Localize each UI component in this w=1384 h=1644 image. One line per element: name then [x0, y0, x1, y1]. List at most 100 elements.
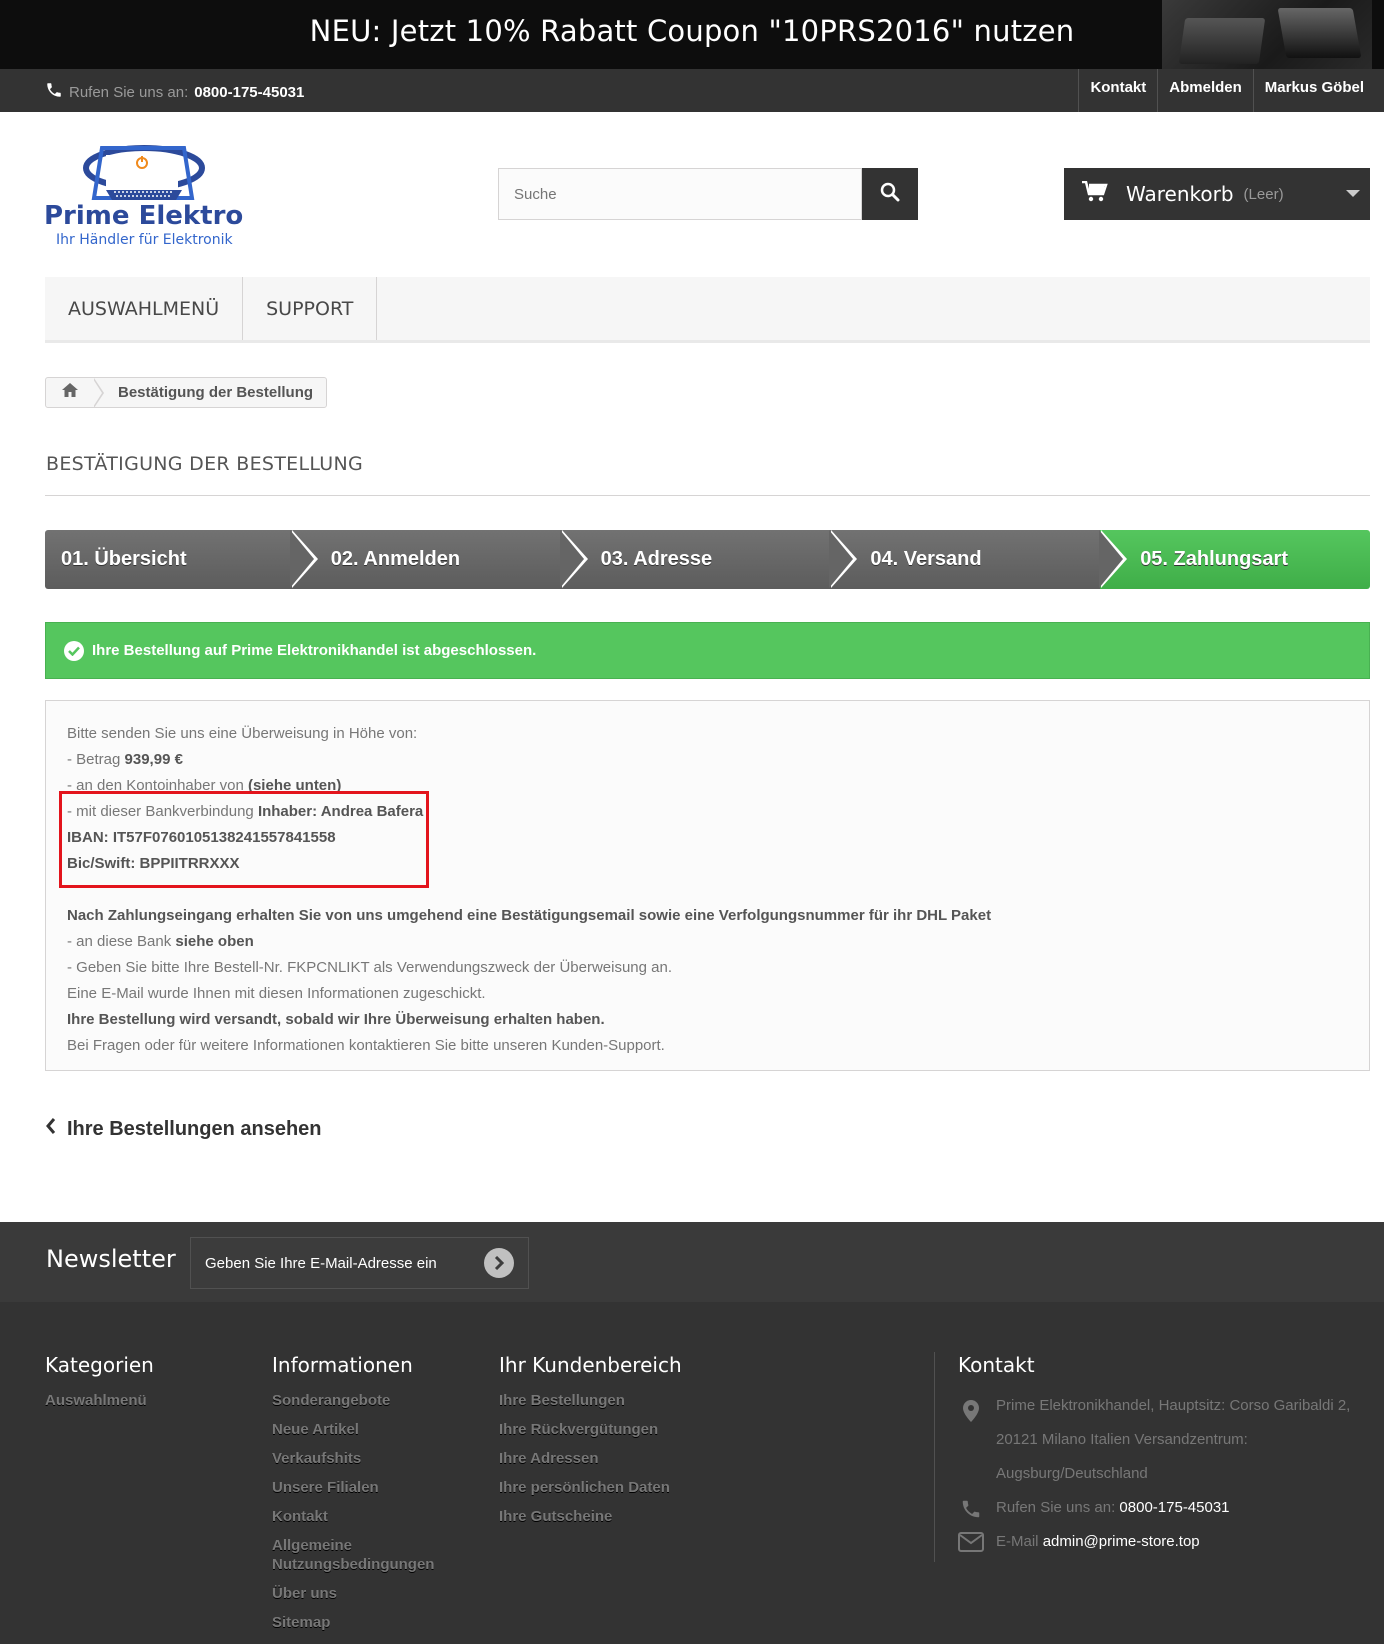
footer-categories: Kategorien Auswahlmenü [45, 1353, 154, 1420]
footer-link[interactable]: Neue Artikel [272, 1420, 472, 1439]
phone-icon [45, 81, 63, 103]
footer-link[interactable]: Ihre Adressen [499, 1449, 682, 1468]
cart-icon [1082, 180, 1108, 208]
menu-item-support[interactable]: SUPPORT [243, 277, 378, 340]
footer-email-address[interactable]: admin@prime-store.top [1043, 1533, 1200, 1550]
step-arrow-fill [559, 530, 584, 588]
cart-label: Warenkorb [1126, 182, 1234, 206]
footer-email-row: E-Mail admin@prime-store.top [958, 1525, 1368, 1559]
step-arrow-fill [829, 530, 854, 588]
payment-amount-line: - Betrag 939,99 € [67, 747, 1348, 773]
footer-link[interactable]: Ihre Gutscheine [499, 1507, 682, 1526]
main-menu: AUSWAHLMENÜ SUPPORT [45, 277, 1370, 343]
phone-label: Rufen Sie uns an: [69, 83, 189, 101]
breadcrumb-separator [93, 377, 104, 408]
newsletter-email-input[interactable]: Geben Sie Ihre E-Mail-Adresse ein [190, 1237, 529, 1289]
amount-prefix: - Betrag [67, 751, 125, 768]
step-label: 03. Adresse [600, 548, 713, 570]
home-icon [61, 382, 79, 403]
footer-account: Ihr Kundenbereich Ihre Bestellungen Ihre… [499, 1353, 682, 1536]
logout-link[interactable]: Abmelden [1157, 69, 1253, 112]
search-button[interactable] [862, 168, 918, 220]
bank-details-highlight [59, 791, 429, 888]
footer-address: Prime Elektronikhandel, Hauptsitz: Corso… [996, 1397, 1351, 1482]
order-reference: - Geben Sie bitte Ihre Bestell-Nr. FKPCN… [67, 959, 673, 976]
email-sent-note: Eine E-Mail wurde Ihnen mit diesen Infor… [67, 985, 486, 1002]
logo-tagline: Ihr Händler für Elektronik [56, 232, 234, 248]
step-login[interactable]: 02. Anmelden [290, 530, 588, 589]
newsletter-section: Newsletter Geben Sie Ihre E-Mail-Adresse… [0, 1222, 1384, 1302]
payment-instructions: Bitte senden Sie uns eine Überweisung in… [45, 700, 1370, 1071]
footer-phone-number[interactable]: 0800-175-45031 [1119, 1499, 1229, 1516]
support-note: Bei Fragen oder für weitere Informatione… [67, 1037, 665, 1054]
footer-email: E-Mail admin@prime-store.top [996, 1525, 1200, 1559]
footer-link[interactable]: Sitemap [272, 1613, 472, 1632]
step-label: 01. Übersicht [61, 548, 187, 570]
newsletter-placeholder: Geben Sie Ihre E-Mail-Adresse ein [205, 1254, 437, 1272]
search-icon [880, 182, 900, 207]
breadcrumb-home[interactable] [46, 378, 94, 407]
step-label: 05. Zahlungsart [1140, 548, 1288, 570]
store-logo[interactable]: Prime Elektro Ihr Händler für Elektronik [44, 128, 254, 253]
checkout-steps: 01. Übersicht 02. Anmelden 03. Adresse 0… [45, 530, 1370, 589]
chevron-left-icon [45, 1117, 57, 1141]
footer-link[interactable]: Unsere Filialen [272, 1478, 472, 1497]
footer-link[interactable]: Auswahlmenü [45, 1391, 154, 1410]
menu-item-auswahlmenu[interactable]: AUSWAHLMENÜ [45, 277, 244, 340]
newsletter-title: Newsletter [46, 1245, 176, 1273]
phone-number[interactable]: 0800-175-45031 [194, 84, 304, 101]
header-phone: Rufen Sie uns an: 0800-175-45031 [45, 81, 304, 103]
account-name-link[interactable]: Markus Göbel [1252, 69, 1375, 112]
footer-link[interactable]: Kontakt [272, 1507, 472, 1526]
step-arrow-fill [289, 530, 314, 588]
promo-banner[interactable]: NEU: Jetzt 10% Rabatt Coupon "10PRS2016"… [0, 0, 1384, 69]
confirm-note-line: Nach Zahlungseingang erhalten Sie von un… [67, 903, 1348, 929]
laptop-image [1162, 0, 1372, 69]
payment-amount: 939,99 € [124, 751, 183, 768]
phone-icon [958, 1491, 984, 1525]
step-label: 02. Anmelden [330, 548, 461, 570]
footer-email-label: E-Mail [996, 1533, 1039, 1550]
footer-link[interactable]: Ihre Rückvergütungen [499, 1420, 682, 1439]
footer-link[interactable]: Sonderangebote [272, 1391, 472, 1410]
breadcrumb: Bestätigung der Bestellung [45, 377, 328, 408]
page-title: BESTÄTIGUNG DER BESTELLUNG [46, 453, 364, 475]
view-orders-label: Ihre Bestellungen ansehen [67, 1117, 322, 1140]
bank-line-prefix: - an diese Bank [67, 933, 176, 950]
footer-link[interactable]: Ihre Bestellungen [499, 1391, 682, 1410]
step-arrow-fill [1099, 530, 1124, 588]
footer-categories-title: Kategorien [45, 1353, 154, 1377]
envelope-icon [958, 1525, 984, 1559]
view-orders-link[interactable]: Ihre Bestellungen ansehen [45, 1117, 322, 1141]
newsletter-submit-icon[interactable] [484, 1248, 514, 1278]
step-address[interactable]: 03. Adresse [560, 530, 858, 589]
footer-phone-label: Rufen Sie uns an: [996, 1499, 1116, 1516]
footer-link[interactable]: Verkaufshits [272, 1449, 472, 1468]
footer-link[interactable]: Ihre persönlichen Daten [499, 1478, 682, 1497]
chevron-down-icon[interactable] [1346, 190, 1360, 197]
shipping-note: Ihre Bestellung wird versandt, sobald wi… [67, 1011, 605, 1028]
footer: Kategorien Auswahlmenü Informationen Son… [0, 1302, 1384, 1644]
footer-phone: Rufen Sie uns an: 0800-175-45031 [996, 1491, 1230, 1525]
cart-button[interactable]: Warenkorb (Leer) [1064, 168, 1370, 220]
footer-link[interactable]: Über uns [272, 1584, 472, 1603]
account-links: Kontakt Abmelden Markus Göbel [1078, 69, 1375, 112]
search-input[interactable] [498, 168, 862, 220]
check-circle-icon [64, 640, 84, 661]
footer-link[interactable]: Allgemeine Nutzungsbedingungen [272, 1536, 472, 1574]
footer-phone-row: Rufen Sie uns an: 0800-175-45031 [958, 1491, 1368, 1525]
footer-contact: Kontakt Prime Elektronikhandel, Hauptsit… [958, 1353, 1368, 1559]
order-success-alert: Ihre Bestellung auf Prime Elektronikhand… [45, 622, 1370, 679]
contact-link[interactable]: Kontakt [1078, 69, 1157, 112]
step-shipping[interactable]: 04. Versand [830, 530, 1128, 589]
shipping-note-line: Ihre Bestellung wird versandt, sobald wi… [67, 1007, 1348, 1033]
payment-intro: Bitte senden Sie uns eine Überweisung in… [67, 725, 418, 742]
heading-divider [45, 495, 1370, 496]
bank-line: siehe oben [175, 933, 254, 950]
step-overview[interactable]: 01. Übersicht [45, 530, 318, 589]
alert-text: Ihre Bestellung auf Prime Elektronikhand… [92, 642, 537, 659]
map-marker-icon [958, 1393, 984, 1491]
bank-reference-line: - an diese Bank siehe oben [67, 929, 1348, 955]
confirm-note: Nach Zahlungseingang erhalten Sie von un… [67, 907, 992, 924]
search-bar [498, 168, 918, 220]
